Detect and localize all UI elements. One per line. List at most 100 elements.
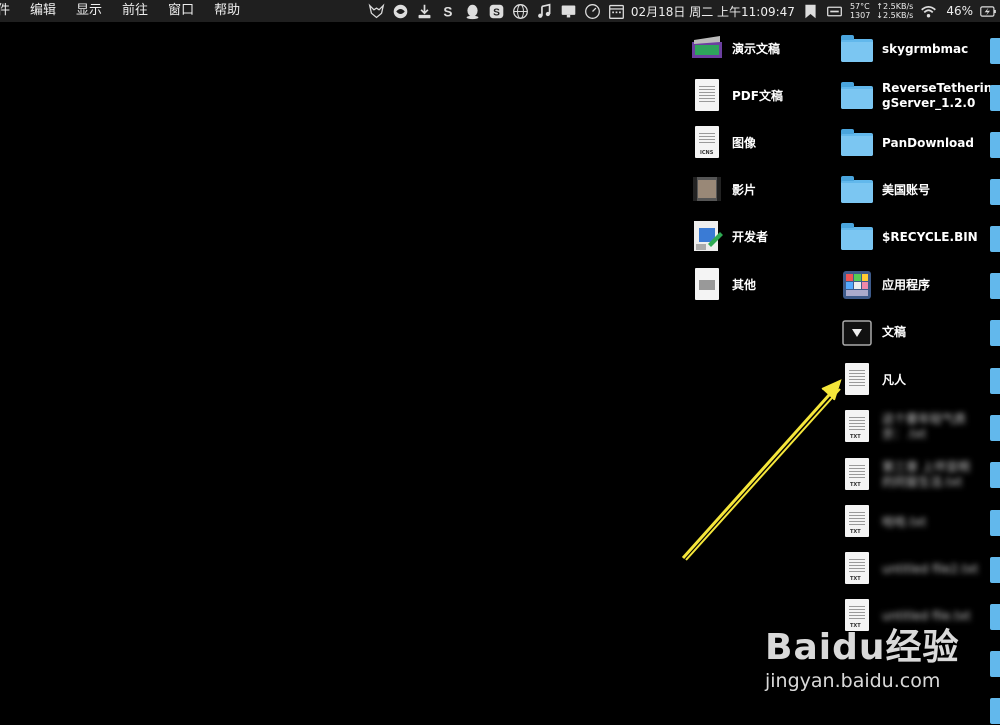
edge-folder-icon[interactable] — [990, 368, 1000, 394]
desktop-item-label: 其他 — [732, 277, 757, 292]
battery-charging-icon[interactable] — [979, 2, 997, 20]
desktop-item-blurred-file[interactable]: TXT untitled file2.txt — [840, 550, 990, 588]
menu-edit[interactable]: 编辑 — [20, 0, 66, 22]
s-icon[interactable]: S — [440, 2, 458, 20]
edge-folder-icon[interactable] — [990, 604, 1000, 630]
clock-app-icon[interactable] — [584, 2, 602, 20]
desktop-item-label: 影片 — [732, 182, 757, 197]
file-type-tag: TXT — [850, 529, 861, 535]
desktop-item-pandownload[interactable]: PanDownload — [840, 124, 990, 162]
file-type-tag: TXT — [850, 482, 861, 488]
image-file-icon: ICNS — [690, 124, 724, 162]
desktop-item-label: $RECYCLE.BIN — [882, 229, 978, 244]
desktop-item-fanren[interactable]: 凡人 — [840, 361, 990, 399]
status-tray: S S 02月18日 周二 上午11:09:47 57°C 1307 ↑2.5K… — [365, 0, 1000, 22]
desktop-item-movies[interactable]: 影片 — [690, 171, 830, 209]
globe-icon[interactable] — [512, 2, 530, 20]
svg-text:S: S — [444, 4, 453, 19]
folder-icon — [840, 171, 874, 209]
desktop-item-pdf[interactable]: PDF文稿 — [690, 77, 830, 115]
edge-folder-icon[interactable] — [990, 179, 1000, 205]
text-document-icon: TXT — [840, 456, 874, 494]
desktop-item-presentation[interactable]: 演示文稿 — [690, 30, 830, 68]
desktop-item-reversetethering[interactable]: ReverseTetherin gServer_1.2.0 — [840, 77, 993, 115]
edge-folder-icon[interactable] — [990, 38, 1000, 64]
cpu-monitor-icon[interactable] — [826, 2, 844, 20]
folder-icon — [840, 218, 874, 256]
applications-icon — [840, 266, 874, 304]
movie-icon — [690, 171, 724, 209]
file-type-tag: TXT — [850, 434, 861, 440]
desktop-item-images[interactable]: ICNS 图像 — [690, 124, 830, 162]
network-speed-readout: ↑2.5KB/s ↓2.5KB/s — [876, 2, 913, 20]
temp-rpm-readout: 57°C 1307 — [850, 2, 870, 20]
qq-icon[interactable] — [464, 2, 482, 20]
upload-speed: ↑2.5KB/s — [876, 2, 914, 11]
desktop-item-label: 这个要年轻气质 京：.txt — [882, 412, 966, 442]
desktop-item-label: 第三章 上坪显明 的同窗生活.txt — [882, 460, 970, 490]
edge-folder-icon[interactable] — [990, 226, 1000, 252]
fox-icon[interactable] — [368, 2, 386, 20]
text-document-icon: TXT — [840, 503, 874, 541]
menu-bar: 件 编辑 显示 前往 窗口 帮助 S S 02月18日 周二 上午11:09:4… — [0, 0, 1000, 22]
desktop-item-applications[interactable]: 应用程序 — [840, 266, 990, 304]
edge-folder-icon[interactable] — [990, 510, 1000, 536]
menu-help[interactable]: 帮助 — [204, 0, 250, 22]
calendar-icon[interactable] — [608, 2, 626, 20]
presentation-icon — [690, 30, 724, 68]
desktop-item-label: 开发者 — [732, 229, 769, 244]
desktop-item-us-account[interactable]: 美国账号 — [840, 171, 990, 209]
menu-go[interactable]: 前往 — [112, 0, 158, 22]
temp-value: 57°C — [849, 2, 870, 11]
desktop-item-label: 图像 — [732, 135, 757, 150]
desktop-item-label: 应用程序 — [882, 277, 931, 292]
menu-file[interactable]: 件 — [0, 0, 20, 22]
wifi-icon[interactable] — [919, 2, 937, 20]
monitor-icon[interactable] — [560, 2, 578, 20]
text-document-icon: TXT — [840, 550, 874, 588]
music-note-icon[interactable] — [536, 2, 554, 20]
sogou-icon[interactable]: S — [488, 2, 506, 20]
desktop-item-skygrmbmac[interactable]: skygrmbmac — [840, 30, 990, 68]
rpm-value: 1307 — [849, 11, 871, 20]
desktop-item-recycle-bin[interactable]: $RECYCLE.BIN — [840, 218, 990, 256]
text-document-icon — [840, 361, 874, 399]
edge-folder-icon[interactable] — [990, 557, 1000, 583]
desktop-item-label: 文稿 — [882, 324, 907, 339]
pdf-document-icon — [690, 77, 724, 115]
download-icon[interactable] — [416, 2, 434, 20]
desktop-item-label: PanDownload — [882, 135, 974, 150]
edge-folder-icon[interactable] — [990, 132, 1000, 158]
desktop-item-blurred-file[interactable]: TXT 这个要年轻气质 京：.txt — [840, 408, 990, 446]
bookmark-icon[interactable] — [802, 2, 820, 20]
text-document-icon: TXT — [840, 408, 874, 446]
edge-folder-icon[interactable] — [990, 462, 1000, 488]
file-type-tag: TXT — [850, 576, 861, 582]
clock-text[interactable]: 02月18日 周二 上午11:09:47 — [631, 3, 795, 20]
menu-view[interactable]: 显示 — [66, 0, 112, 22]
desktop-item-label: 哈哈.txt — [882, 514, 927, 529]
desktop-item-blurred-file[interactable]: TXT 第三章 上坪显明 的同窗生活.txt — [840, 456, 990, 494]
desktop-item-documents[interactable]: 文稿 — [840, 313, 990, 351]
edge-folder-icon[interactable] — [990, 85, 1000, 111]
desktop-item-blurred-file[interactable]: TXT 哈哈.txt — [840, 503, 990, 541]
desktop-item-other[interactable]: 其他 — [690, 266, 830, 304]
edge-folder-icon[interactable] — [990, 320, 1000, 346]
label-line-1: 第三章 上坪显明 — [882, 460, 970, 474]
label-line-2: 京：.txt — [882, 427, 927, 441]
desktop-item-label: PDF文稿 — [732, 88, 783, 103]
label-line-1: ReverseTetherin — [882, 81, 993, 95]
folder-icon — [840, 77, 874, 115]
desktop-item-developer[interactable]: 开发者 — [690, 218, 830, 256]
swirl-icon[interactable] — [392, 2, 410, 20]
baidu-watermark: Baidu经验 jingyan.baidu.com — [765, 628, 995, 708]
label-line-2: gServer_1.2.0 — [882, 96, 976, 110]
desktop-item-label: 美国账号 — [882, 182, 931, 197]
edge-folder-icon[interactable] — [990, 273, 1000, 299]
edge-folder-icon[interactable] — [990, 415, 1000, 441]
label-line-2: 的同窗生活.txt — [882, 475, 963, 489]
menu-window[interactable]: 窗口 — [158, 0, 204, 22]
battery-percent[interactable]: 46% — [946, 4, 973, 18]
label-line-1: 这个要年轻气质 — [882, 412, 967, 426]
watermark-logo: Baidu经验 — [765, 627, 960, 668]
